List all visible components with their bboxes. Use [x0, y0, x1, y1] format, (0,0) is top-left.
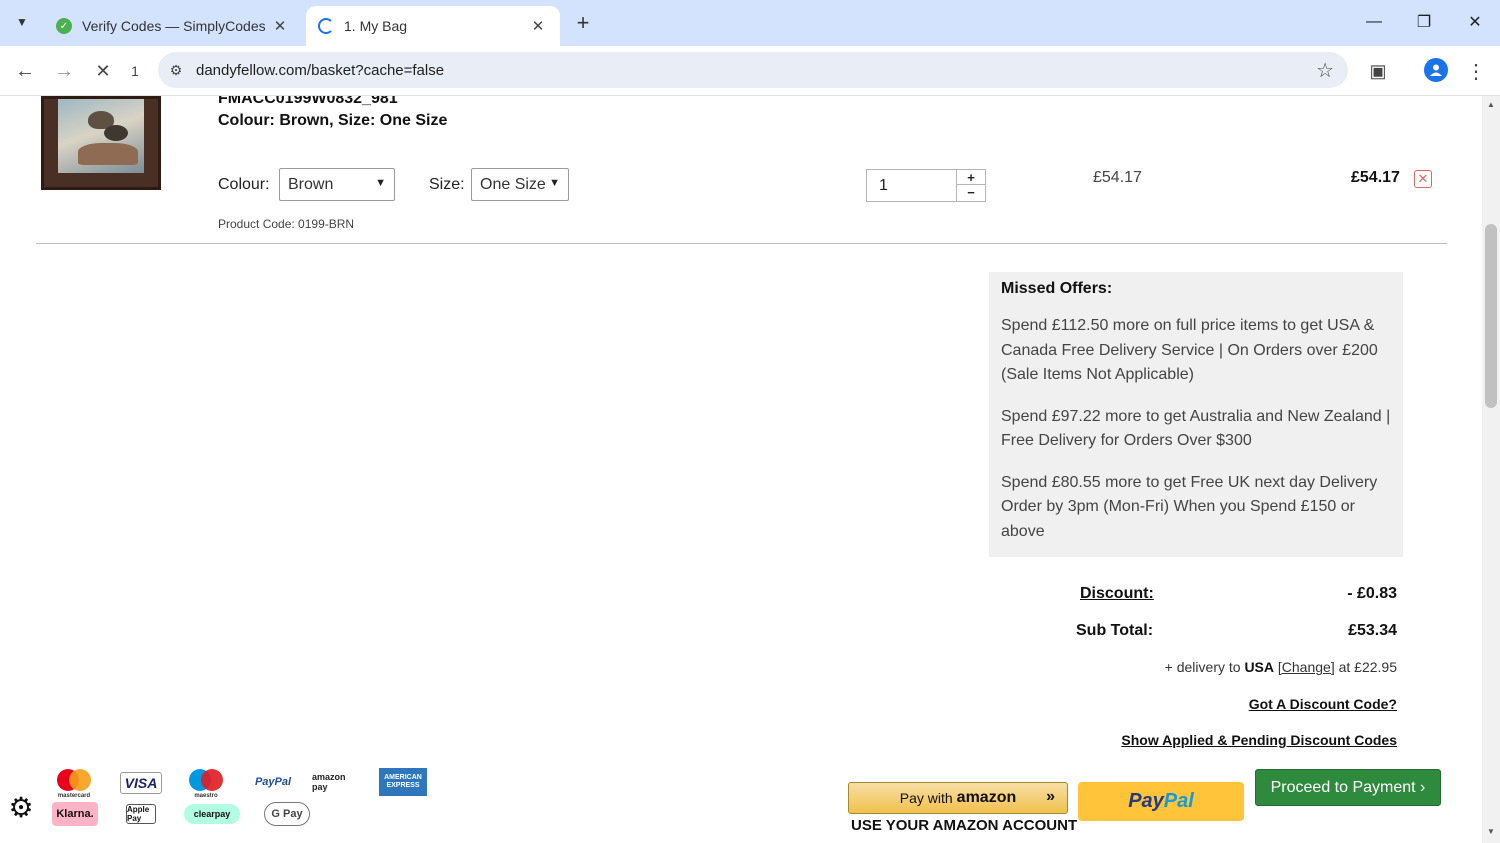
- subtotal-label: Sub Total:: [1076, 622, 1154, 639]
- product-sku: FMACC0199W0832_981: [218, 96, 398, 107]
- tab-search-button[interactable]: ▼: [8, 8, 36, 36]
- quantity-stepper[interactable]: 1 + −: [866, 169, 986, 202]
- colour-label: Colour:: [218, 176, 270, 193]
- size-label: Size:: [429, 176, 465, 193]
- line-total: £54.17: [1351, 169, 1400, 186]
- payment-icons: mastercard VISA maestro PayPal amazon pa…: [50, 768, 450, 830]
- maestro-icon: maestro: [184, 768, 228, 798]
- scroll-down-arrow-icon[interactable]: ▼: [1482, 827, 1500, 841]
- colour-select[interactable]: Brown ▼: [279, 168, 395, 201]
- artwork-rock: [78, 143, 138, 165]
- amex-icon: AMERICAN EXPRESS: [379, 768, 427, 796]
- more-menu-icon[interactable]: ⋮: [1462, 57, 1490, 85]
- tab-strip: ▼ ✓ Verify Codes — SimplyCodes ✕ 1. My B…: [0, 0, 1500, 46]
- mastercard-icon: mastercard: [52, 768, 96, 798]
- delivery-line: + delivery to USA [Change] at £22.95: [1165, 659, 1397, 675]
- size-select[interactable]: One Size ▼: [471, 168, 569, 201]
- quantity-steps: + −: [956, 170, 985, 201]
- delivery-prefix: + delivery to: [1164, 659, 1241, 675]
- proceed-to-payment-button[interactable]: Proceed to Payment ›: [1255, 769, 1441, 806]
- close-tab-icon[interactable]: ✕: [528, 16, 548, 36]
- amazon-account-caption: USE YOUR AMAZON ACCOUNT: [851, 817, 1078, 834]
- stop-loading-button[interactable]: ✕: [89, 57, 117, 85]
- clearpay-icon: clearpay: [184, 804, 240, 824]
- tab-verify-codes[interactable]: ✓ Verify Codes — SimplyCodes ✕: [44, 6, 302, 46]
- profile-avatar-icon[interactable]: [1424, 58, 1448, 82]
- discount-label[interactable]: Discount:: [1080, 585, 1154, 603]
- missed-offer-item: Spend £112.50 more on full price items t…: [1001, 317, 1378, 383]
- browser-toolbar: ← → ✕ 1 ⚙ dandyfellow.com/basket?cache=f…: [0, 46, 1500, 96]
- page-viewport: FMACC0199W0832_981 Colour: Brown, Size: …: [0, 96, 1482, 843]
- close-tab-icon[interactable]: ✕: [270, 16, 290, 36]
- discount-value: - £0.83: [1347, 585, 1397, 602]
- missed-offer-item: Spend £97.22 more to get Australia and N…: [1001, 407, 1391, 450]
- scrollbar-thumb[interactable]: [1485, 224, 1497, 408]
- scroll-up-arrow-icon[interactable]: ▲: [1482, 100, 1500, 114]
- site-info-icon[interactable]: ⚙: [166, 62, 186, 79]
- tab-my-bag[interactable]: 1. My Bag ✕: [306, 6, 560, 46]
- tab-title: Verify Codes — SimplyCodes: [82, 18, 266, 34]
- colour-select-value: Brown: [288, 175, 334, 193]
- quantity-decrease-button[interactable]: −: [957, 185, 985, 200]
- loading-spinner-icon: [318, 18, 334, 34]
- forward-button[interactable]: →: [50, 57, 78, 85]
- product-variant-summary: Colour: Brown, Size: One Size: [218, 112, 448, 129]
- quantity-input[interactable]: 1: [879, 177, 888, 195]
- size-select-value: One Size: [480, 175, 546, 193]
- delivery-cost: at £22.95: [1338, 659, 1397, 675]
- bookmark-star-icon[interactable]: ☆: [1316, 58, 1334, 83]
- paypal-logo-pal: Pal: [1163, 790, 1194, 812]
- artwork-bird: [104, 125, 128, 141]
- applied-codes-link[interactable]: Show Applied & Pending Discount Codes: [1121, 732, 1397, 748]
- product-image[interactable]: [41, 96, 161, 190]
- pay-with-amazon-button[interactable]: Pay with amazon »: [848, 782, 1068, 814]
- minimize-button[interactable]: —: [1354, 8, 1394, 36]
- remove-item-icon[interactable]: ✕: [1414, 170, 1432, 188]
- address-bar[interactable]: ⚙ dandyfellow.com/basket?cache=false ☆: [158, 52, 1348, 88]
- paypal-icon: PayPal: [254, 776, 292, 788]
- missed-offers-panel: Missed Offers: Spend £112.50 more on ful…: [989, 272, 1403, 557]
- svg-text:mastercard: mastercard: [58, 793, 91, 798]
- visa-icon: VISA: [120, 772, 162, 794]
- extensions-puzzle-icon[interactable]: ▣: [1364, 57, 1392, 85]
- change-delivery-link[interactable]: [Change]: [1278, 659, 1335, 675]
- missed-offer-item: Spend £80.55 more to get Free UK next da…: [1001, 473, 1378, 540]
- missed-offers-heading: Missed Offers:: [1001, 280, 1113, 297]
- paypal-logo-pay: Pay: [1128, 790, 1164, 812]
- chevron-down-icon: ▼: [549, 177, 560, 189]
- chevron-down-icon: ▼: [16, 15, 28, 29]
- discount-code-link[interactable]: Got A Discount Code?: [1249, 696, 1397, 712]
- paypal-checkout-button[interactable]: Pay Pal: [1078, 782, 1244, 821]
- amazon-button-prefix: Pay with: [899, 790, 953, 806]
- toolbar-counter: 1: [131, 63, 139, 79]
- product-code: Product Code: 0199-BRN: [218, 217, 355, 231]
- double-chevron-right-icon: »: [1046, 788, 1055, 805]
- svg-text:maestro: maestro: [194, 793, 218, 798]
- settings-gear-icon[interactable]: ⚙: [6, 793, 36, 823]
- tab-title: 1. My Bag: [344, 18, 408, 34]
- product-artwork: [58, 99, 144, 173]
- simplycodes-favicon-icon: ✓: [56, 18, 72, 34]
- amazon-pay-icon: amazon pay: [312, 772, 346, 792]
- delivery-country: USA: [1244, 659, 1274, 675]
- subtotal-value: £53.34: [1348, 622, 1397, 639]
- google-pay-icon: G Pay: [264, 802, 310, 826]
- restore-button[interactable]: ❐: [1404, 8, 1444, 36]
- chevron-down-icon: ▼: [375, 177, 386, 189]
- back-button[interactable]: ←: [11, 57, 39, 85]
- amazon-button-brand: amazon: [956, 789, 1017, 806]
- url-text[interactable]: dandyfellow.com/basket?cache=false: [196, 62, 444, 79]
- apple-pay-icon: Apple Pay: [126, 804, 156, 824]
- klarna-icon: Klarna.: [52, 802, 98, 826]
- unit-price: £54.17: [1093, 169, 1142, 186]
- page-scrollbar[interactable]: ▲ ▼: [1482, 96, 1500, 843]
- quantity-increase-button[interactable]: +: [957, 170, 985, 185]
- close-window-button[interactable]: ✕: [1455, 8, 1495, 36]
- item-divider: [36, 243, 1447, 244]
- new-tab-button[interactable]: +: [570, 10, 596, 36]
